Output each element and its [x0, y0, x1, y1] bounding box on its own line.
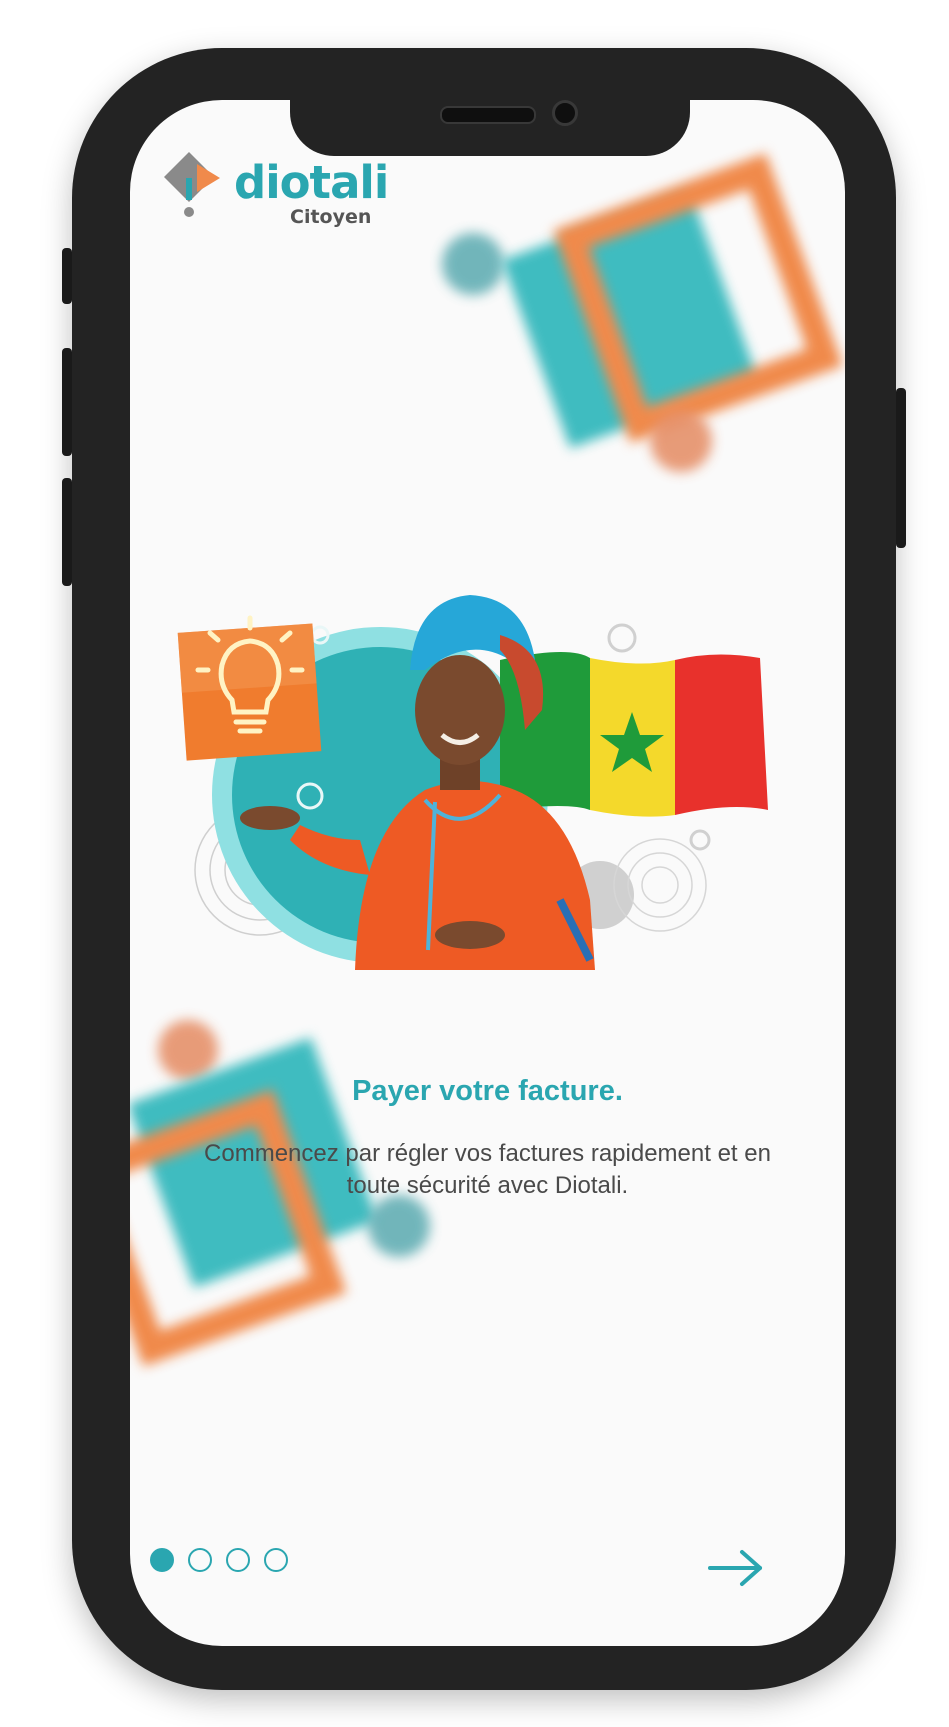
onboarding-title: Payer votre facture. — [352, 1075, 623, 1107]
page-dot-2[interactable] — [188, 1548, 212, 1572]
logo-subtitle: Citoyen — [290, 206, 372, 228]
onboarding-description: Commencez par régler vos factures rapide… — [204, 1140, 771, 1199]
power-button — [896, 388, 906, 548]
decor-orange-circle-top — [650, 410, 712, 472]
hero-illustration — [177, 595, 768, 970]
lightbulb-card — [177, 623, 322, 761]
decor-teal-circle-bottom — [368, 1195, 430, 1257]
front-camera — [552, 100, 578, 126]
pattern-rings-right — [613, 838, 707, 932]
page-dot-4[interactable] — [264, 1548, 288, 1572]
app-logo: diotali Citoyen — [164, 150, 389, 230]
logo-mark-icon — [164, 152, 220, 217]
next-button[interactable] — [708, 1548, 764, 1588]
page-indicator — [150, 1548, 288, 1572]
speaker-grille — [440, 106, 536, 124]
arrow-right-icon — [708, 1550, 762, 1586]
decor-teal-circle-top — [442, 233, 504, 295]
volume-up-button — [62, 348, 72, 456]
notch — [290, 98, 690, 156]
page-dot-1[interactable] — [150, 1548, 174, 1572]
volume-down-button — [62, 478, 72, 586]
mute-switch — [62, 248, 72, 304]
page-dot-3[interactable] — [226, 1548, 250, 1572]
app-screen: diotali Citoyen Payer votre facture. Com… — [130, 100, 845, 1646]
logo-wordmark: diotali — [234, 156, 389, 209]
decor-orange-circle-bottom — [158, 1020, 218, 1080]
